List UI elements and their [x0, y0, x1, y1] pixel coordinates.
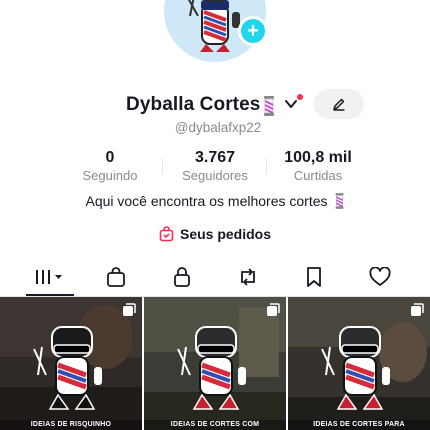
stat-value: 0 — [105, 149, 115, 166]
lock-icon — [174, 267, 190, 287]
profile-bio: Aqui você encontra os melhores cortes — [0, 193, 430, 209]
heart-icon — [369, 267, 391, 286]
stat-value: 100,8 mil — [284, 149, 352, 166]
multi-photo-icon — [123, 303, 136, 316]
bio-text: Aqui você encontra os melhores cortes — [85, 193, 328, 209]
display-name: Dyballa Cortes — [126, 94, 261, 115]
stat-label: Seguidores — [182, 168, 248, 183]
video-tile[interactable]: IDEIAS DE RISQUINHO — [0, 297, 142, 430]
video-tile[interactable]: IDEIAS DE CORTES PARA — [288, 297, 430, 430]
edit-profile-button[interactable] — [314, 89, 364, 119]
tab-shop[interactable] — [96, 262, 136, 292]
plus-icon: + — [247, 20, 259, 42]
tab-liked[interactable] — [360, 262, 400, 292]
profile-stats: 0 Seguindo 3.767 Seguidores 100,8 mil Cu… — [0, 148, 430, 188]
chevron-down-icon[interactable] — [284, 97, 298, 111]
stat-divider — [266, 158, 267, 174]
barber-mascot-image — [33, 326, 102, 410]
stat-divider — [162, 158, 163, 174]
barber-pole-icon — [264, 96, 274, 116]
profile-handle: @dybalafxp22 — [174, 120, 262, 135]
grid-icon — [35, 270, 62, 284]
video-caption: IDEIAS DE CORTES COM — [144, 420, 286, 430]
barber-mascot-image — [177, 326, 246, 410]
barber-mascot-image — [321, 326, 390, 410]
video-caption: IDEIAS DE RISQUINHO — [0, 420, 142, 430]
pencil-icon — [333, 98, 345, 111]
stat-followers[interactable]: 3.767 Seguidores — [172, 148, 258, 184]
repost-icon — [241, 268, 255, 286]
orders-label: Seus pedidos — [179, 226, 272, 242]
stat-value: 3.767 — [194, 149, 236, 166]
shopping-bag-icon — [159, 226, 174, 242]
video-grid: IDEIAS DE RISQUINHO IDEIAS DE CORTES COM — [0, 297, 430, 430]
barber-pole-icon — [335, 193, 343, 209]
profile-name-row: Dyballa Cortes — [0, 89, 430, 120]
stat-following[interactable]: 0 Seguindo — [70, 148, 150, 184]
orders-link[interactable]: Seus pedidos — [0, 226, 430, 242]
profile-tabs — [0, 262, 430, 296]
notification-dot — [297, 94, 303, 100]
video-caption: IDEIAS DE CORTES PARA — [288, 420, 430, 430]
stat-likes[interactable]: 100,8 mil Curtidas — [272, 148, 364, 184]
stat-label: Curtidas — [293, 168, 343, 183]
stat-label: Seguindo — [82, 168, 138, 183]
video-tile[interactable]: IDEIAS DE CORTES COM — [144, 297, 286, 430]
bookmark-icon — [307, 267, 321, 287]
multi-photo-icon — [267, 303, 280, 316]
tab-videos[interactable] — [30, 262, 70, 292]
tab-reposts[interactable] — [228, 262, 268, 292]
add-avatar-button[interactable]: + — [238, 16, 268, 46]
multi-photo-icon — [411, 303, 424, 316]
shopping-bag-icon — [107, 267, 125, 287]
profile-avatar[interactable]: + — [164, 0, 268, 62]
tab-favorites[interactable] — [294, 262, 334, 292]
tab-private[interactable] — [162, 262, 202, 292]
